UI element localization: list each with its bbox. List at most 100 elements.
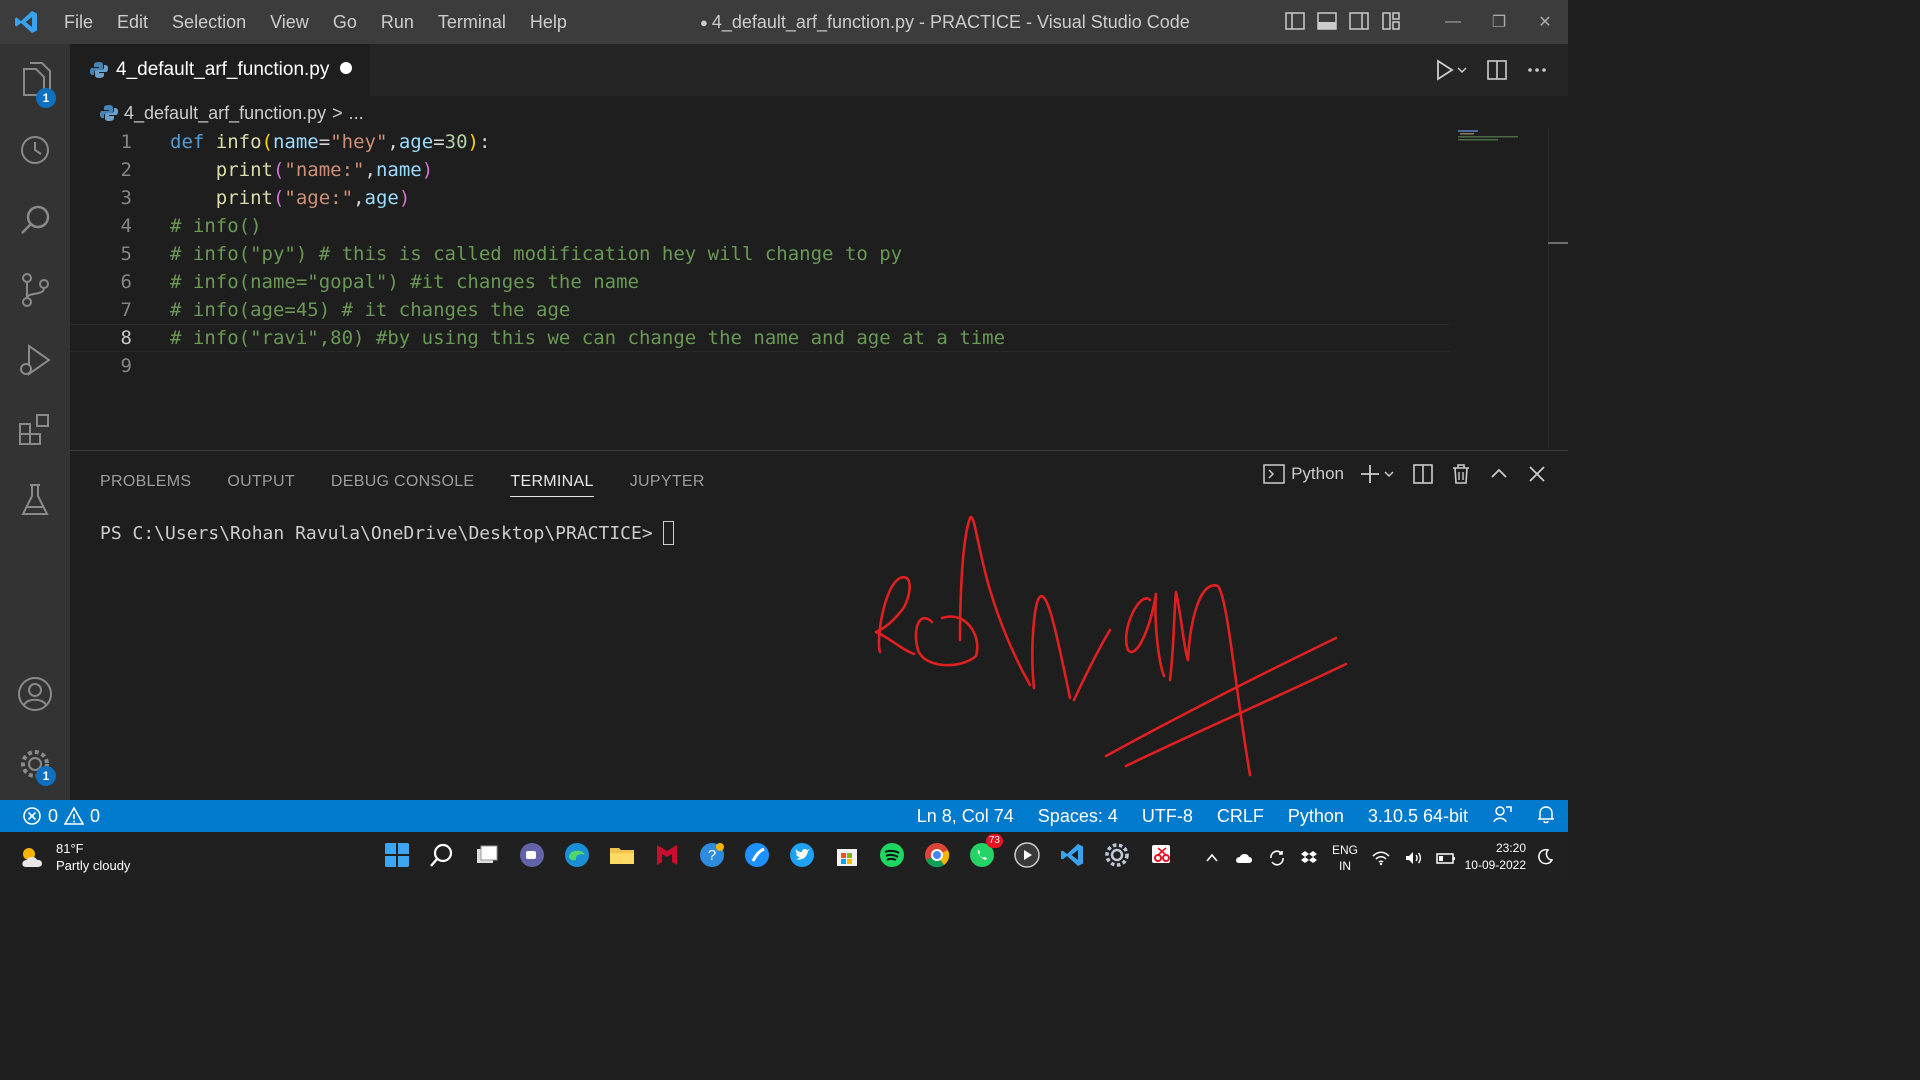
editor-scrollbar[interactable] bbox=[1548, 128, 1568, 448]
status-bar: 0 0 Ln 8, Col 74 Spaces: 4 UTF-8 CRLF Py… bbox=[0, 800, 1568, 832]
window-title: ● 4_default_arf_function.py - PRACTICE -… bbox=[700, 0, 1190, 44]
accounts-icon[interactable] bbox=[0, 664, 70, 724]
menu-terminal[interactable]: Terminal bbox=[426, 0, 518, 44]
vscode-taskbar-icon[interactable] bbox=[1059, 842, 1085, 868]
more-actions-icon[interactable] bbox=[1526, 59, 1548, 81]
error-icon bbox=[23, 807, 41, 825]
source-control-icon[interactable] bbox=[0, 260, 70, 320]
code-token: print bbox=[215, 187, 273, 209]
timeline-icon[interactable] bbox=[0, 120, 70, 180]
split-terminal-icon[interactable] bbox=[1412, 463, 1434, 485]
battery-icon[interactable] bbox=[1436, 850, 1456, 866]
end-of-line[interactable]: CRLF bbox=[1205, 806, 1276, 827]
get-help-icon[interactable]: ? bbox=[699, 842, 725, 868]
tab-output[interactable]: OUTPUT bbox=[227, 467, 295, 497]
trash-icon[interactable] bbox=[1450, 463, 1472, 485]
split-editor-icon[interactable] bbox=[1486, 59, 1508, 81]
code-token: print bbox=[215, 159, 273, 181]
chrome-icon[interactable] bbox=[924, 842, 950, 868]
customize-layout-icon[interactable] bbox=[1380, 10, 1402, 32]
problems-indicator[interactable]: 0 0 bbox=[22, 806, 100, 827]
manage-gear-icon[interactable]: 1 bbox=[0, 734, 70, 794]
file-encoding[interactable]: UTF-8 bbox=[1130, 806, 1205, 827]
dropbox-icon[interactable] bbox=[1300, 849, 1318, 867]
testing-icon[interactable] bbox=[0, 470, 70, 530]
volume-icon[interactable] bbox=[1404, 850, 1422, 866]
restore-icon[interactable]: ❐ bbox=[1476, 0, 1522, 44]
breadcrumb-file[interactable]: 4_default_arf_function.py bbox=[124, 103, 326, 124]
close-panel-icon[interactable] bbox=[1526, 463, 1548, 485]
notifications-bell-icon[interactable] bbox=[1524, 804, 1568, 829]
feedback-icon[interactable] bbox=[1480, 804, 1524, 829]
paint-app-icon[interactable] bbox=[744, 842, 770, 868]
whatsapp-icon[interactable]: 73 bbox=[969, 834, 1003, 868]
explorer-icon[interactable]: 1 bbox=[0, 50, 70, 110]
toggle-panel-icon[interactable] bbox=[1316, 10, 1338, 32]
error-count: 0 bbox=[48, 805, 59, 826]
code-token: ( bbox=[261, 131, 273, 153]
language-mode[interactable]: Python bbox=[1276, 806, 1356, 827]
run-debug-icon[interactable] bbox=[0, 330, 70, 390]
close-icon[interactable]: ✕ bbox=[1522, 0, 1568, 44]
line-number: 9 bbox=[120, 355, 132, 377]
settings-gear-icon[interactable] bbox=[1104, 842, 1130, 868]
clock-time: 23:20 bbox=[1495, 841, 1526, 855]
tab-problems[interactable]: PROBLEMS bbox=[100, 467, 191, 497]
code-token: , bbox=[364, 159, 376, 181]
input-language[interactable]: ENG IN bbox=[1332, 842, 1358, 874]
snipping-tool-icon[interactable] bbox=[1149, 842, 1175, 868]
terminal-profile-selector[interactable]: Python bbox=[1263, 463, 1344, 485]
minimize-icon[interactable]: — bbox=[1430, 0, 1476, 44]
maximize-panel-chevron-up-icon[interactable] bbox=[1488, 463, 1510, 485]
new-terminal-icon[interactable] bbox=[1360, 463, 1396, 485]
extensions-icon[interactable] bbox=[0, 400, 70, 460]
tab-jupyter[interactable]: JUPYTER bbox=[630, 467, 705, 497]
search-icon[interactable] bbox=[0, 190, 70, 250]
taskbar-search-icon[interactable] bbox=[429, 842, 455, 868]
code-token: ( bbox=[272, 187, 285, 209]
python-interpreter[interactable]: 3.10.5 64-bit bbox=[1356, 806, 1480, 827]
menu-help[interactable]: Help bbox=[518, 0, 579, 44]
edge-browser-icon[interactable] bbox=[564, 842, 590, 868]
menu-edit[interactable]: Edit bbox=[105, 0, 160, 44]
toggle-primary-sidebar-icon[interactable] bbox=[1284, 10, 1306, 32]
chevron-up-icon[interactable] bbox=[1204, 850, 1220, 866]
window-controls: — ❐ ✕ bbox=[1430, 0, 1568, 44]
sync-icon[interactable] bbox=[1268, 849, 1286, 867]
menu-run[interactable]: Run bbox=[369, 0, 426, 44]
tab-4-default-arf-function[interactable]: 4_default_arf_function.py bbox=[70, 44, 370, 96]
code-editor[interactable]: 1 def info(name="hey",age=30): 2 print("… bbox=[70, 128, 1548, 448]
system-clock[interactable]: 23:20 10-09-2022 bbox=[1465, 840, 1526, 874]
code-token: : bbox=[478, 131, 491, 153]
minimap[interactable] bbox=[1456, 128, 1546, 148]
code-token: age bbox=[398, 131, 434, 153]
windows-start-icon[interactable] bbox=[384, 842, 410, 868]
twitter-icon[interactable] bbox=[789, 842, 815, 868]
toggle-secondary-sidebar-icon[interactable] bbox=[1348, 10, 1370, 32]
cursor-position[interactable]: Ln 8, Col 74 bbox=[905, 806, 1026, 827]
weather-widget[interactable]: 81°F Partly cloudy bbox=[18, 840, 130, 874]
wifi-icon[interactable] bbox=[1372, 850, 1390, 866]
task-view-icon[interactable] bbox=[474, 842, 500, 868]
tab-terminal[interactable]: TERMINAL bbox=[510, 467, 594, 497]
breadcrumb-more[interactable]: ... bbox=[349, 103, 364, 124]
tab-debug-console[interactable]: DEBUG CONSOLE bbox=[331, 467, 475, 497]
file-explorer-icon[interactable] bbox=[609, 842, 635, 868]
mcafee-icon[interactable] bbox=[654, 842, 680, 868]
unsaved-dot-icon[interactable] bbox=[340, 62, 352, 74]
microsoft-store-icon[interactable] bbox=[834, 842, 860, 868]
menu-selection[interactable]: Selection bbox=[160, 0, 258, 44]
spotify-icon[interactable] bbox=[879, 842, 905, 868]
teams-chat-icon[interactable] bbox=[519, 842, 545, 868]
run-python-file-icon[interactable] bbox=[1434, 58, 1468, 82]
menu-file[interactable]: File bbox=[52, 0, 105, 44]
menu-view[interactable]: View bbox=[258, 0, 321, 44]
indentation[interactable]: Spaces: 4 bbox=[1026, 806, 1130, 827]
media-player-icon[interactable] bbox=[1014, 842, 1040, 868]
menu-bar: File Edit Selection View Go Run Terminal… bbox=[52, 0, 579, 44]
onedrive-cloud-icon[interactable] bbox=[1234, 850, 1254, 866]
terminal-output[interactable]: PS C:\Users\Rohan Ravula\OneDrive\Deskto… bbox=[100, 521, 674, 545]
menu-go[interactable]: Go bbox=[321, 0, 369, 44]
focus-assist-moon-icon[interactable] bbox=[1536, 848, 1554, 866]
